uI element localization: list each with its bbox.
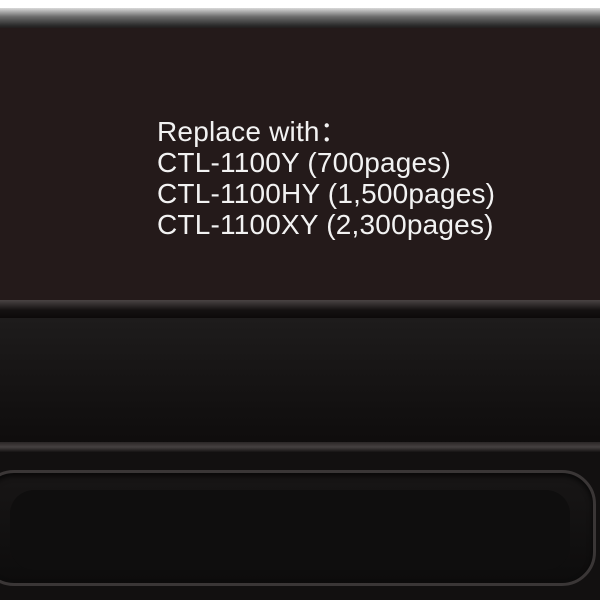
- cartridge-tray-inner: [10, 490, 570, 570]
- replacement-info-text: Replace with： CTL-1100Y (700pages) CTL-1…: [157, 116, 495, 240]
- model-line-high-yield: CTL-1100HY (1,500pages): [157, 178, 496, 209]
- model-line-extra-high-yield: CTL-1100XY (2,300pages): [157, 209, 494, 240]
- model-line-standard: CTL-1100Y (700pages): [157, 147, 452, 178]
- cartridge-groove: [0, 300, 600, 320]
- replace-with-heading: Replace with：: [157, 116, 348, 147]
- cartridge-top-rim: [0, 8, 600, 30]
- toner-cartridge-photo: Replace with： CTL-1100Y (700pages) CTL-1…: [0, 0, 600, 600]
- cartridge-ridge: [0, 442, 600, 452]
- cartridge-label-panel: Replace with： CTL-1100Y (700pages) CTL-1…: [0, 28, 600, 302]
- cartridge-body: [0, 318, 600, 448]
